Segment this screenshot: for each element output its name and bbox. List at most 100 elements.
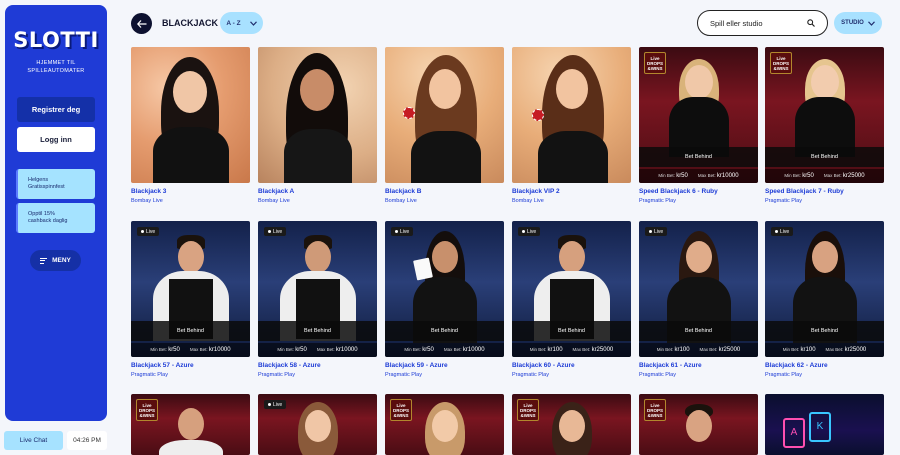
game-provider: Pragmatic Play xyxy=(258,372,295,378)
min-bet-value: kr50 xyxy=(295,347,307,353)
live-chat-button[interactable]: Live Chat xyxy=(4,431,63,450)
game-card[interactable]: Live DROPS &WINS xyxy=(385,394,504,455)
game-thumbnail xyxy=(131,47,250,183)
menu-button[interactable]: MENY xyxy=(30,250,81,271)
live-badge: Live xyxy=(264,227,287,236)
min-bet-value: kr100 xyxy=(800,347,816,353)
min-bet-label: Min Bet: xyxy=(404,347,421,352)
promo-line: Helgens xyxy=(28,177,49,183)
search-input[interactable]: Spill eller studio xyxy=(697,10,828,36)
game-thumbnail: Live Bet Behind Min Bet: kr100 Max Bet: … xyxy=(765,221,884,357)
game-card[interactable]: Live DROPS &WINS xyxy=(512,394,631,455)
min-bet-label: Min Bet: xyxy=(656,347,674,352)
min-bet-value: kr100 xyxy=(547,347,563,353)
game-title: Blackjack B xyxy=(385,188,422,195)
drops-wins-badge: Live DROPS &WINS xyxy=(644,52,666,74)
game-thumbnail: Live Bet Behind Min Bet: kr100 Max Bet: … xyxy=(639,221,758,357)
min-bet-label: Min Bet: xyxy=(529,347,547,352)
game-provider: Pragmatic Play xyxy=(765,198,802,204)
bet-behind-label: Bet Behind xyxy=(258,321,377,341)
game-card[interactable]: Live DROPS &WINS xyxy=(639,394,758,455)
game-title: Blackjack 61 - Azure xyxy=(639,362,702,369)
promo-cashback[interactable]: Opptil 15% cashback daglig xyxy=(16,203,95,233)
max-bet-value: kr10000 xyxy=(335,347,358,353)
back-button[interactable] xyxy=(131,13,152,34)
game-provider: Pragmatic Play xyxy=(385,372,422,378)
max-bet-label: Max Bet: xyxy=(699,347,718,352)
studio-dropdown[interactable]: STUDIO xyxy=(834,12,882,34)
bet-limits: Min Bet: kr50 Max Bet: kr10000 xyxy=(131,343,250,357)
bet-limits: Min Bet: kr50 Max Bet: kr25000 xyxy=(765,169,884,183)
game-title: Blackjack 62 - Azure xyxy=(765,362,828,369)
game-card[interactable]: Live DROPS &WINS Bet Behind Min Bet: kr50 … xyxy=(639,47,758,204)
game-card[interactable]: Live Bet Behind Min Bet: kr100 Max Bet: … xyxy=(639,221,758,378)
bet-behind-label: Bet Behind xyxy=(385,321,504,341)
bet-behind-label: Bet Behind xyxy=(639,321,758,341)
game-thumbnail: Live DROPS &WINS xyxy=(512,394,631,455)
bet-behind-label: Bet Behind xyxy=(765,321,884,341)
register-button[interactable]: Registrer deg xyxy=(17,97,95,122)
game-card[interactable]: A K xyxy=(765,394,884,455)
drops-wins-badge: Live DROPS &WINS xyxy=(136,399,158,421)
game-card[interactable]: Live Bet Behind Min Bet: kr50 Max Bet: k… xyxy=(385,221,504,378)
game-provider: Bombay Live xyxy=(385,198,417,204)
bet-behind-label: Bet Behind xyxy=(512,321,631,341)
live-badge: Live xyxy=(518,227,541,236)
logo-text: SLOTTI xyxy=(13,28,99,52)
min-bet-label: Min Bet: xyxy=(782,347,800,352)
promo-weekend-spins[interactable]: Helgens Gratisspinnfest xyxy=(16,169,95,199)
live-label: Live xyxy=(654,228,664,235)
max-bet-label: Max Bet: xyxy=(189,347,208,352)
min-bet-label: Min Bet: xyxy=(150,347,167,352)
game-provider: Pragmatic Play xyxy=(512,372,549,378)
game-thumbnail: Live DROPS &WINS Bet Behind Min Bet: kr50 … xyxy=(639,47,758,183)
game-card[interactable]: Blackjack 3 Bombay Live xyxy=(131,47,250,204)
game-card[interactable]: Live Bet Behind Min Bet: kr50 Max Bet: k… xyxy=(258,221,377,378)
live-badge: Live xyxy=(264,400,287,409)
game-thumbnail: Live DROPS &WINS xyxy=(385,394,504,455)
game-title: Blackjack 60 - Azure xyxy=(512,362,575,369)
bet-limits: Min Bet: kr50 Max Bet: kr10000 xyxy=(639,169,758,183)
game-title: Blackjack 3 xyxy=(131,188,167,195)
menu-label: MENY xyxy=(52,257,71,264)
max-bet-value: kr25000 xyxy=(718,347,741,353)
game-card[interactable]: Live DROPS &WINS xyxy=(131,394,250,455)
game-provider: Bombay Live xyxy=(258,198,290,204)
game-card[interactable]: Live DROPS &WINS Bet Behind Min Bet: kr50 … xyxy=(765,47,884,204)
promo-line: Opptil 15% xyxy=(28,211,55,217)
bet-limits: Min Bet: kr100 Max Bet: kr25000 xyxy=(512,343,631,357)
menu-icon xyxy=(40,257,48,264)
max-bet-label: Max Bet: xyxy=(443,347,462,352)
tagline: HJEMMET TIL SPILLEAUTOMATER xyxy=(27,60,85,74)
bet-behind-label: Bet Behind xyxy=(131,321,250,341)
max-bet-label: Max Bet: xyxy=(823,173,842,178)
game-card[interactable]: Live xyxy=(258,394,377,455)
game-thumbnail xyxy=(512,47,631,183)
game-thumbnail: Live Bet Behind Min Bet: kr100 Max Bet: … xyxy=(512,221,631,357)
game-card[interactable]: Live Bet Behind Min Bet: kr50 Max Bet: k… xyxy=(131,221,250,378)
game-card[interactable]: Blackjack A Bombay Live xyxy=(258,47,377,204)
min-bet-value: kr50 xyxy=(422,347,434,353)
game-card[interactable]: Blackjack B Bombay Live xyxy=(385,47,504,204)
sort-dropdown[interactable]: A - Z xyxy=(220,12,263,34)
game-thumbnail: A K xyxy=(765,394,884,455)
game-provider: Pragmatic Play xyxy=(765,372,802,378)
game-thumbnail: Live DROPS &WINS Bet Behind Min Bet: kr50 … xyxy=(765,47,884,183)
bet-limits: Min Bet: kr50 Max Bet: kr10000 xyxy=(385,343,504,357)
bet-behind-label: Bet Behind xyxy=(765,147,884,167)
live-badge: Live xyxy=(391,227,414,236)
game-card[interactable]: Live Bet Behind Min Bet: kr100 Max Bet: … xyxy=(512,221,631,378)
game-card[interactable]: Blackjack VIP 2 Bombay Live xyxy=(512,47,631,204)
sidebar: SLOTTI HJEMMET TIL SPILLEAUTOMATER Regis… xyxy=(5,5,107,421)
drops-wins-badge: Live DROPS &WINS xyxy=(644,399,666,421)
game-title: Blackjack 58 - Azure xyxy=(258,362,321,369)
page-title: BLACKJACK xyxy=(162,18,218,28)
slotti-logo[interactable]: SLOTTI xyxy=(13,27,98,53)
bet-limits: Min Bet: kr50 Max Bet: kr10000 xyxy=(258,343,377,357)
game-title: Blackjack 57 - Azure xyxy=(131,362,194,369)
login-button[interactable]: Logg inn xyxy=(17,127,95,152)
promo-line: cashback daglig xyxy=(28,218,68,224)
game-thumbnail: Live Bet Behind Min Bet: kr50 Max Bet: k… xyxy=(385,221,504,357)
max-bet-label: Max Bet: xyxy=(316,347,335,352)
game-card[interactable]: Live Bet Behind Min Bet: kr100 Max Bet: … xyxy=(765,221,884,378)
